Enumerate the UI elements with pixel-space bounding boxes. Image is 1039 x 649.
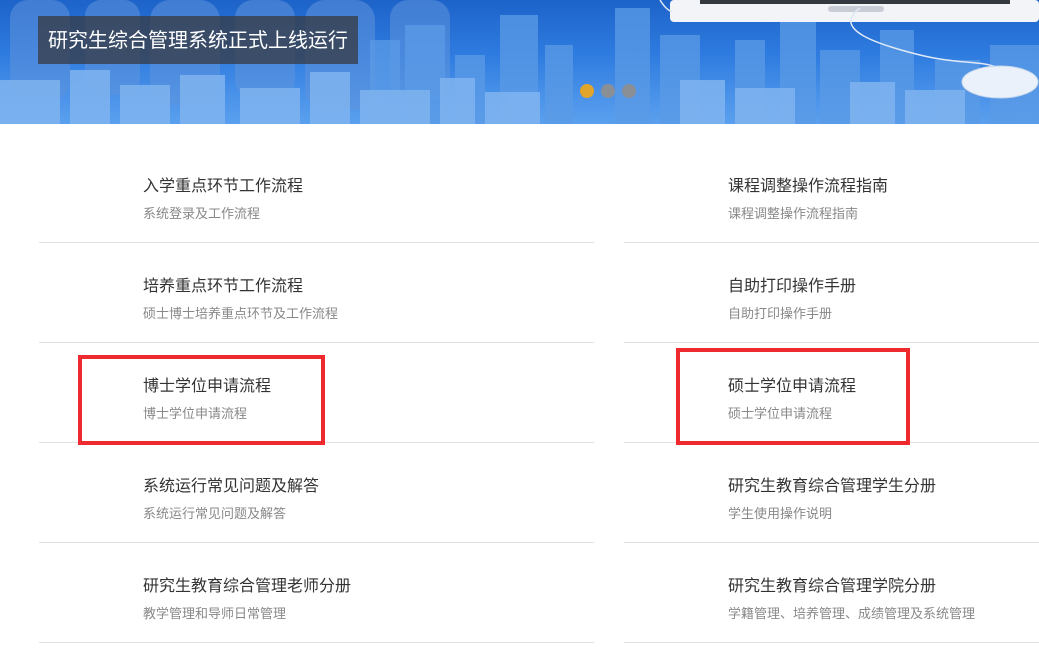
list-item-subtitle: 学籍管理、培养管理、成绩管理及系统管理 <box>728 607 976 622</box>
list-item-subtitle: 课程调整操作流程指南 <box>728 207 859 222</box>
list-item-subtitle: 自助打印操作手册 <box>728 307 833 322</box>
list-item-subtitle: 教学管理和导师日常管理 <box>143 607 287 622</box>
list-item[interactable]: 自助打印操作手册 自助打印操作手册 <box>624 243 1039 343</box>
banner-caption: 研究生综合管理系统正式上线运行 <box>38 16 358 64</box>
list-item-title[interactable]: 研究生教育综合管理老师分册 <box>143 543 594 596</box>
list-item-title[interactable]: 研究生教育综合管理学院分册 <box>728 543 1039 596</box>
left-document-list: 入学重点环节工作流程 系统登录及工作流程 培养重点环节工作流程 硕士博士培养重点… <box>39 143 594 643</box>
list-item-subtitle: 硕士学位申请流程 <box>728 407 833 422</box>
carousel-dot-2[interactable] <box>601 84 615 98</box>
list-item-title[interactable]: 培养重点环节工作流程 <box>143 243 594 296</box>
list-item-subtitle: 硕士博士培养重点环节及工作流程 <box>143 307 339 322</box>
list-item-subtitle: 系统运行常见问题及解答 <box>143 507 287 522</box>
list-item[interactable]: 研究生教育综合管理老师分册 教学管理和导师日常管理 <box>39 543 594 643</box>
list-item[interactable]: 入学重点环节工作流程 系统登录及工作流程 <box>39 143 594 243</box>
banner-carousel[interactable]: 研究生综合管理系统正式上线运行 <box>0 0 1039 124</box>
list-item-title[interactable]: 入学重点环节工作流程 <box>143 143 594 196</box>
list-item[interactable]: 研究生教育综合管理学生分册 学生使用操作说明 <box>624 443 1039 543</box>
list-item-title[interactable]: 系统运行常见问题及解答 <box>143 443 594 496</box>
list-item-title[interactable]: 课程调整操作流程指南 <box>728 143 1039 196</box>
list-item-title[interactable]: 硕士学位申请流程 <box>728 343 1039 396</box>
carousel-indicators <box>580 84 636 98</box>
list-item[interactable]: 系统运行常见问题及解答 系统运行常见问题及解答 <box>39 443 594 543</box>
list-item-subtitle: 系统登录及工作流程 <box>143 207 261 222</box>
list-item-title[interactable]: 自助打印操作手册 <box>728 243 1039 296</box>
list-item[interactable]: 课程调整操作流程指南 课程调整操作流程指南 <box>624 143 1039 243</box>
list-item-subtitle: 学生使用操作说明 <box>728 507 833 522</box>
list-item-subtitle: 博士学位申请流程 <box>143 407 248 422</box>
carousel-dot-1[interactable] <box>580 84 594 98</box>
list-item[interactable]: 研究生教育综合管理学院分册 学籍管理、培养管理、成绩管理及系统管理 <box>624 543 1039 643</box>
list-item-title[interactable]: 研究生教育综合管理学生分册 <box>728 443 1039 496</box>
list-item[interactable]: 博士学位申请流程 博士学位申请流程 <box>39 343 594 443</box>
list-item[interactable]: 硕士学位申请流程 硕士学位申请流程 <box>624 343 1039 443</box>
list-item[interactable]: 培养重点环节工作流程 硕士博士培养重点环节及工作流程 <box>39 243 594 343</box>
list-item-title[interactable]: 博士学位申请流程 <box>143 343 594 396</box>
carousel-dot-3[interactable] <box>622 84 636 98</box>
right-document-list: 课程调整操作流程指南 课程调整操作流程指南 自助打印操作手册 自助打印操作手册 … <box>624 143 1039 643</box>
